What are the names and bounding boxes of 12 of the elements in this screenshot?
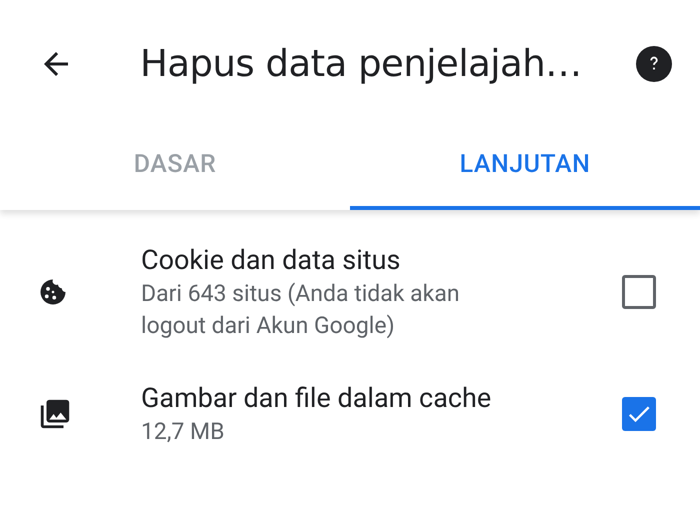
page-title: Hapus data penjelajah…	[140, 41, 583, 88]
tab[interactable]: DASAR	[0, 128, 350, 210]
checkbox[interactable]	[622, 275, 656, 309]
item-title: Gambar dan file dalam cache	[141, 381, 492, 416]
cookie-icon	[38, 277, 68, 307]
tab[interactable]: LANJUTAN	[350, 128, 700, 210]
item-title: Cookie dan data situs	[141, 243, 402, 278]
checkbox[interactable]	[622, 397, 656, 431]
help-icon[interactable]	[636, 46, 672, 82]
item-subtitle: Dari 643 situs (Anda tidak akan logout dari Akun Google)	[141, 279, 461, 341]
image-gallery-icon	[38, 397, 72, 431]
item-subtitle: 12,7 MB	[141, 417, 226, 447]
